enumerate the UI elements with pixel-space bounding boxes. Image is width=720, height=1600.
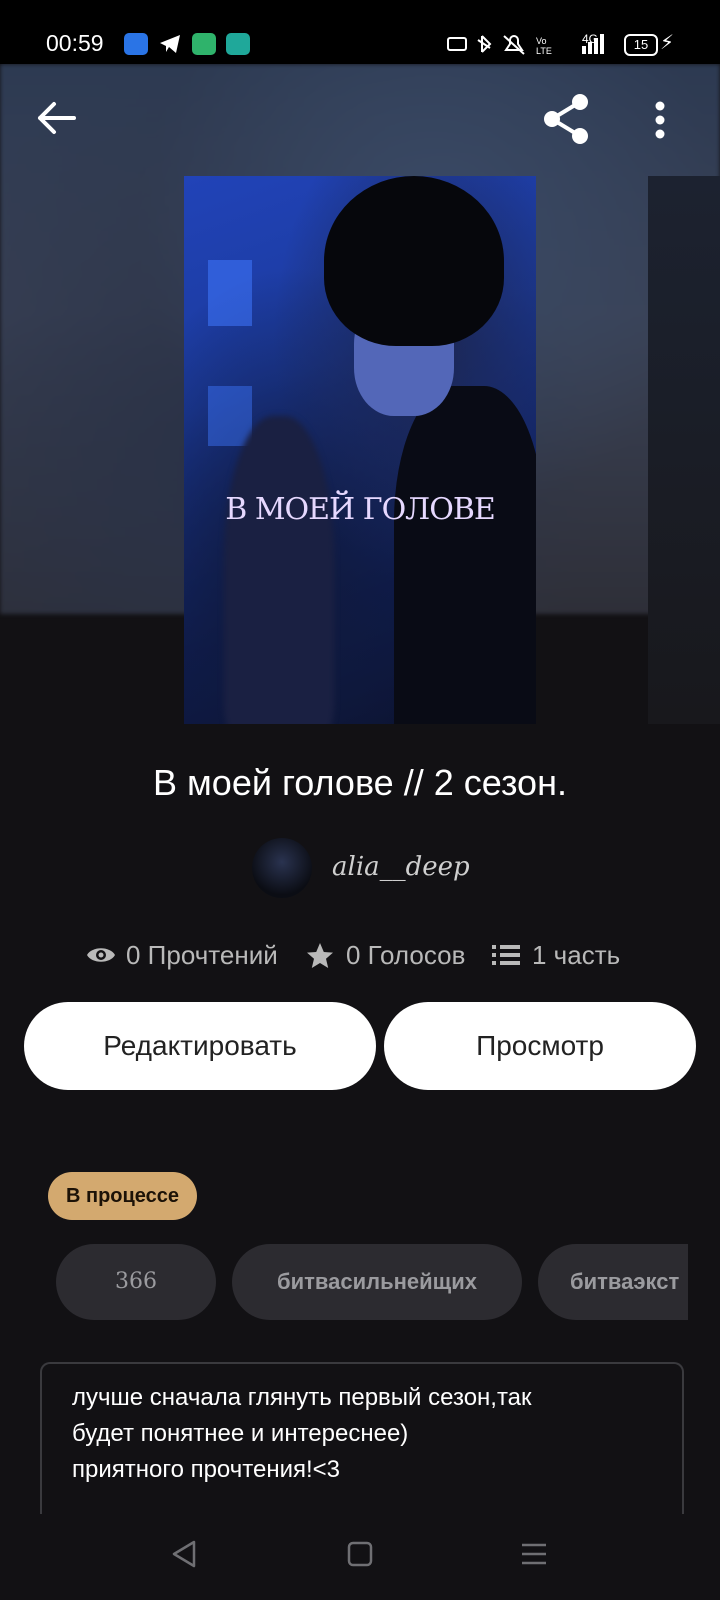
status-time: 00:59 [46, 30, 104, 56]
edit-button[interactable]: Редактировать [24, 1002, 376, 1090]
nav-menu-icon[interactable] [516, 1536, 552, 1572]
charging-icon: ⚡ [660, 32, 675, 54]
eye-icon [87, 948, 115, 962]
nav-back-icon[interactable] [166, 1536, 202, 1572]
cover-figure [224, 416, 334, 724]
cover-title: В МОЕЙ ГОЛОВЕ [225, 492, 496, 527]
system-nav-bar [0, 1514, 720, 1600]
description-box: лучше сначала глянуть первый сезон,так б… [40, 1362, 684, 1524]
preview-button[interactable]: Просмотр [384, 1002, 696, 1090]
svg-text:Vo: Vo [536, 36, 547, 46]
battery-app-icon [192, 33, 216, 55]
tag-chip[interactable]: битваэкст [538, 1244, 688, 1320]
reads-count: 0 Прочтений [126, 940, 278, 970]
status-badge: В процессе [48, 1172, 198, 1220]
star-icon [307, 943, 333, 968]
author-name[interactable]: alia__deep [332, 852, 470, 882]
avatar[interactable] [252, 838, 312, 898]
status-bar: 00:59 Vo LTE 4G 15 ⚡ [0, 0, 720, 64]
tags-list[interactable]: 366 битвасильнейщих битваэкст [56, 1244, 688, 1322]
nav-home-icon[interactable] [342, 1536, 378, 1572]
votes-count: 0 Голосов [346, 940, 466, 970]
cover-figure [394, 386, 536, 724]
tag-chip[interactable]: битвасильнейщих [232, 1244, 522, 1320]
story-title: В моей голове // 2 сезон. [153, 762, 567, 803]
svg-text:LTE: LTE [536, 46, 552, 56]
more-vertical-icon[interactable] [648, 98, 672, 142]
next-cover-peek[interactable] [648, 176, 720, 724]
tag-chip[interactable]: 366 [56, 1244, 216, 1320]
telegram-icon [158, 33, 182, 55]
book-cover[interactable]: В МОЕЙ ГОЛОВЕ [184, 176, 536, 724]
cover-window-light [208, 386, 252, 446]
cover-window-light [208, 260, 252, 326]
network-type: 4G [582, 32, 599, 46]
chat-app-icon [226, 33, 250, 55]
back-arrow-icon[interactable] [34, 96, 78, 140]
app-notification-icon [124, 33, 148, 55]
cover-figure [324, 176, 504, 346]
list-icon [492, 945, 520, 965]
parts-count: 1 часть [532, 940, 621, 970]
share-icon[interactable] [540, 92, 594, 146]
battery-indicator: 15 [624, 34, 658, 56]
description-text: лучше сначала глянуть первый сезон,так б… [72, 1384, 532, 1483]
